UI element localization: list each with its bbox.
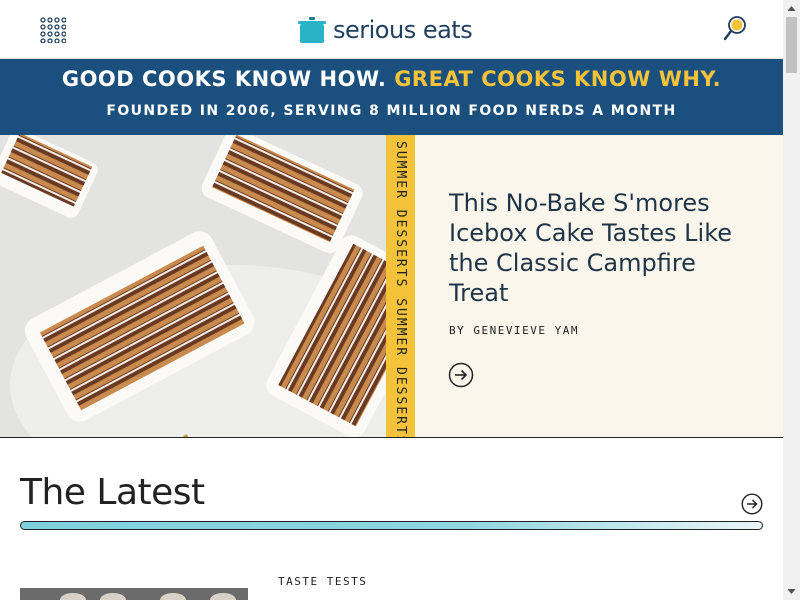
scroll-up-arrow-icon[interactable] [783,0,800,17]
arrow-right-circle-icon[interactable] [741,493,763,515]
logo-text: serious eats [333,16,473,44]
featured-article-text-panel: This No-Bake S'mores Icebox Cake Tastes … [415,135,783,437]
article-card-category[interactable]: TASTE TESTS [278,575,367,588]
scroll-down-arrow-icon[interactable] [783,583,800,600]
banner-headline: GOOD COOKS KNOW HOW. GREAT COOKS KNOW WH… [0,67,783,91]
scrollbar-thumb[interactable] [786,17,797,73]
featured-article-byline: BY GENEVIEVE YAM [449,324,579,337]
section-title-latest: The Latest [20,472,205,513]
tagline-banner: GOOD COOKS KNOW HOW. GREAT COOKS KNOW WH… [0,59,783,135]
article-card-image[interactable] [20,588,248,600]
featured-article: SUMMER DESSERTS SUMMER DESSERTS This No-… [0,135,783,438]
hero-category-tag[interactable]: SUMMER DESSERTS SUMMER DESSERTS [386,135,415,437]
vertical-scrollbar[interactable] [783,0,800,600]
banner-subline: FOUNDED IN 2006, SERVING 8 MILLION FOOD … [106,103,677,119]
featured-article-image[interactable] [0,135,386,437]
dish-image [60,593,86,600]
byline-prefix: BY [449,324,466,337]
banner-headline-accent: GREAT COOKS KNOW WHY. [394,67,722,91]
site-header: serious eats [0,0,783,59]
dish-image [160,593,186,600]
featured-article-title[interactable]: This No-Bake S'mores Icebox Cake Tastes … [449,188,749,308]
page: serious eats GOOD COOKS KNOW HOW. GREAT … [0,0,783,600]
arrow-right-circle-icon[interactable] [448,362,474,388]
hero-category-label: SUMMER DESSERTS SUMMER DESSERTS [393,141,408,437]
banner-headline-white: GOOD COOKS KNOW HOW. [61,67,387,91]
dish-image [100,593,126,600]
pot-logo-icon [298,17,326,43]
section-divider [20,521,763,530]
site-logo[interactable]: serious eats [298,14,473,46]
dish-image [210,593,236,600]
byline-author[interactable]: GENEVIEVE YAM [473,324,579,337]
grid-menu-icon[interactable] [40,17,66,43]
search-icon[interactable] [722,15,748,43]
